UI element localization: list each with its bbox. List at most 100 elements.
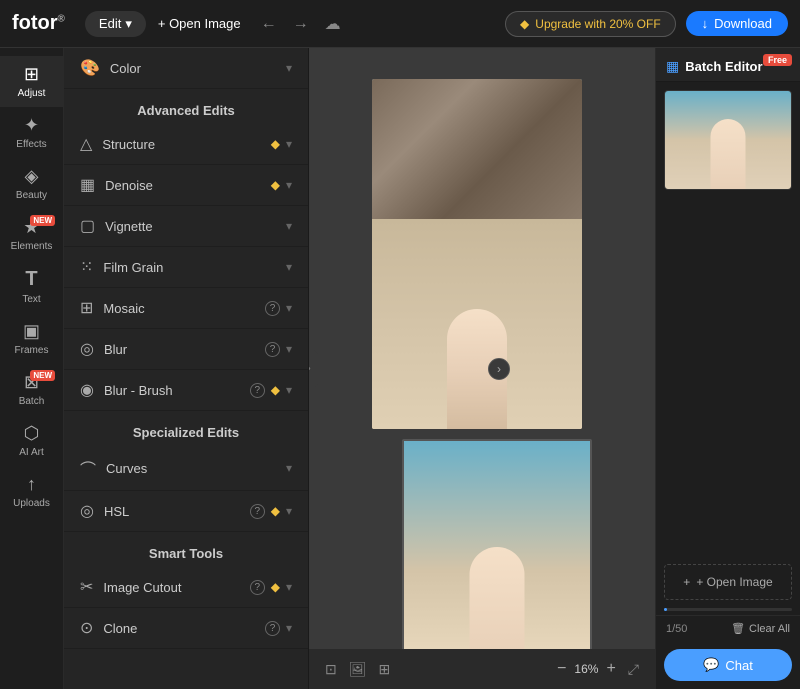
zoom-increase-button[interactable]: +	[606, 660, 615, 678]
canvas-content	[372, 79, 592, 659]
left-panel: 🎨 Color ▾ Advanced Edits △ Structure ◆ ▾…	[64, 48, 309, 689]
color-item[interactable]: 🎨 Color ▾	[64, 48, 308, 89]
image-cutout-icon: ✂	[80, 577, 93, 597]
curves-item[interactable]: ⌒ Curves ▾	[64, 446, 308, 491]
download-button[interactable]: ↓ Download	[686, 11, 788, 36]
frames-icon: ▣	[23, 321, 40, 342]
specialized-edits-header: Specialized Edits	[64, 411, 308, 446]
canvas-area: › ⊡ 🖼 ⊞ − 16% + ⤢ ›	[309, 48, 655, 689]
blur-brush-icon: ◉	[80, 380, 94, 400]
nav-icons: ← → ☁	[257, 10, 345, 38]
batch-editor-title-row: ▦ Batch Editor	[666, 58, 763, 75]
zoom-decrease-button[interactable]: −	[557, 660, 566, 678]
vignette-chevron-icon: ▾	[286, 219, 292, 233]
zoom-controls: − 16% +	[557, 660, 616, 678]
sidebar-item-frames[interactable]: ▣ Frames	[0, 313, 63, 364]
image-cutout-chevron-icon: ▾	[286, 580, 292, 594]
sidebar-item-text[interactable]: T Text	[0, 260, 63, 313]
topbar-right: ◆ Upgrade with 20% OFF ↓ Download	[505, 11, 788, 37]
batch-image-inner	[665, 91, 791, 189]
open-image-button[interactable]: + Open Image	[158, 16, 241, 31]
color-chevron-icon: ▾	[286, 61, 292, 75]
sidebar-item-adjust[interactable]: ⊞ Adjust	[0, 56, 63, 107]
photo-person	[372, 219, 582, 429]
chat-icon: 💬	[703, 657, 719, 673]
clone-chevron-icon: ▾	[286, 621, 292, 635]
mosaic-item[interactable]: ⊞ Mosaic ? ▾	[64, 288, 308, 329]
sidebar-item-effects[interactable]: ✦ Effects	[0, 107, 63, 158]
plus-icon: +	[683, 575, 690, 589]
batch-editor-header: Free ▦ Batch Editor	[656, 48, 800, 82]
film-grain-item[interactable]: ⁙ Film Grain ▾	[64, 247, 308, 288]
batch-image-item[interactable]	[664, 90, 792, 190]
film-grain-chevron-icon: ▾	[286, 260, 292, 274]
sidebar-item-ai-art[interactable]: ⬡ AI Art	[0, 415, 63, 466]
hsl-chevron-icon: ▾	[286, 504, 292, 518]
panel-toggle-arrow[interactable]: ›	[488, 358, 510, 380]
clone-help-icon[interactable]: ?	[265, 621, 280, 636]
secondary-photo-inner	[404, 441, 590, 657]
chat-button[interactable]: 💬 Chat	[664, 649, 792, 681]
blur-brush-item[interactable]: ◉ Blur - Brush ? ◆ ▾	[64, 370, 308, 411]
batch-progress-fill	[664, 608, 667, 611]
undo-button[interactable]: ←	[257, 11, 281, 37]
batch-images-list	[656, 82, 800, 556]
sidebar-item-batch[interactable]: NEW ⊠ Batch	[0, 364, 63, 415]
color-icon: 🎨	[80, 58, 100, 78]
edit-menu-button[interactable]: Edit ▾	[85, 11, 146, 37]
premium-diamond-icon: ◆	[271, 383, 280, 397]
premium-diamond-icon: ◆	[271, 580, 280, 594]
sidebar-item-uploads[interactable]: ↑ Uploads	[0, 466, 63, 517]
denoise-chevron-icon: ▾	[286, 178, 292, 192]
image-cutout-help-icon[interactable]: ?	[250, 580, 265, 595]
denoise-item[interactable]: ▦ Denoise ◆ ▾	[64, 165, 308, 206]
redo-button[interactable]: →	[289, 11, 313, 37]
clone-icon: ⊙	[80, 618, 93, 638]
sidebar-item-elements[interactable]: NEW ★ Elements	[0, 209, 63, 260]
blur-help-icon[interactable]: ?	[265, 342, 280, 357]
cloud-button[interactable]: ☁	[321, 10, 345, 38]
clear-all-button[interactable]: 🗑 Clear All	[731, 622, 790, 635]
diamond-icon: ◆	[520, 17, 529, 31]
curves-icon: ⌒	[80, 456, 96, 480]
beauty-icon: ◈	[25, 166, 39, 187]
sidebar-icons: ⊞ Adjust ✦ Effects ◈ Beauty NEW ★ Elemen…	[0, 48, 64, 689]
adjust-icon: ⊞	[24, 64, 39, 85]
clone-item[interactable]: ⊙ Clone ? ▾	[64, 608, 308, 649]
batch-count: 1/50	[666, 623, 687, 635]
advanced-edits-header: Advanced Edits	[64, 89, 308, 124]
canvas-tool-icon-1[interactable]: ⊡	[325, 661, 337, 678]
batch-footer: 1/50 🗑 Clear All	[656, 615, 800, 643]
topbar: fotor® Edit ▾ + Open Image ← → ☁ ◆ Upgra…	[0, 0, 800, 48]
canvas-tool-icon-2[interactable]: 🖼	[349, 661, 367, 678]
right-panel: Free ▦ Batch Editor + + Open Image 1/50 …	[655, 48, 800, 689]
film-grain-icon: ⁙	[80, 257, 93, 277]
vignette-item[interactable]: ▢ Vignette ▾	[64, 206, 308, 247]
mosaic-icon: ⊞	[80, 298, 93, 318]
structure-icon: △	[80, 134, 92, 154]
mosaic-chevron-icon: ▾	[286, 301, 292, 315]
mosaic-help-icon[interactable]: ?	[265, 301, 280, 316]
blur-chevron-icon: ▾	[286, 342, 292, 356]
secondary-photo[interactable]	[402, 439, 592, 659]
structure-item[interactable]: △ Structure ◆ ▾	[64, 124, 308, 165]
canvas-tool-icon-3[interactable]: ⊞	[379, 661, 391, 678]
hsl-item[interactable]: ◎ HSL ? ◆ ▾	[64, 491, 308, 532]
ai-art-icon: ⬡	[24, 423, 40, 444]
new-badge-elements: NEW	[30, 215, 55, 226]
image-cutout-item[interactable]: ✂ Image Cutout ? ◆ ▾	[64, 567, 308, 608]
upgrade-button[interactable]: ◆ Upgrade with 20% OFF	[505, 11, 676, 37]
hsl-help-icon[interactable]: ?	[250, 504, 265, 519]
expand-canvas-button[interactable]: ⤢	[628, 661, 639, 678]
denoise-icon: ▦	[80, 175, 95, 195]
new-badge-batch: NEW	[30, 370, 55, 381]
sidebar-item-beauty[interactable]: ◈ Beauty	[0, 158, 63, 209]
main-photo	[372, 79, 582, 429]
batch-open-image-button[interactable]: + + Open Image	[664, 564, 792, 600]
collapse-panel-handle[interactable]: ›	[309, 349, 319, 389]
zoom-level-display: 16%	[574, 662, 598, 676]
premium-diamond-icon: ◆	[271, 137, 280, 151]
blur-brush-help-icon[interactable]: ?	[250, 383, 265, 398]
blur-item[interactable]: ◎ Blur ? ▾	[64, 329, 308, 370]
batch-progress-bar	[664, 608, 792, 611]
